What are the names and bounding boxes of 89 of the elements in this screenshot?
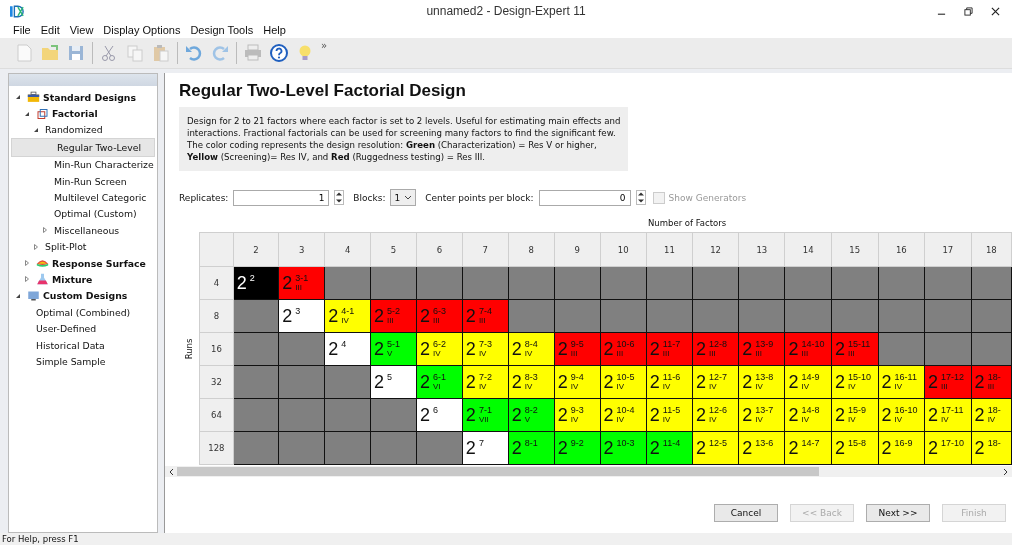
tree-item[interactable]: Response Surface bbox=[9, 254, 157, 272]
field-label: Center points per block: bbox=[425, 192, 534, 203]
spin-buttons[interactable] bbox=[635, 190, 646, 205]
header-cell bbox=[199, 232, 234, 267]
menu-item[interactable]: Help bbox=[258, 24, 291, 36]
row-header: 64 bbox=[199, 398, 234, 432]
page-heading: Regular Two-Level Factorial Design bbox=[179, 81, 467, 101]
column-header: 10 bbox=[600, 232, 647, 267]
scroll-right-icon[interactable] bbox=[1003, 467, 1009, 476]
flask-icon bbox=[36, 273, 49, 286]
open-folder-icon[interactable] bbox=[40, 43, 60, 63]
horizontal-scrollbar[interactable] bbox=[165, 466, 1012, 477]
tree-item[interactable]: Regular Two-Level bbox=[11, 138, 155, 157]
menu-item[interactable]: Display Options bbox=[98, 24, 186, 36]
wizard-button[interactable]: Next >> bbox=[866, 504, 930, 522]
monitor-icon bbox=[27, 289, 40, 302]
tree-item[interactable]: Custom Designs bbox=[9, 287, 157, 305]
app-logo-icon bbox=[10, 4, 24, 18]
tree-item[interactable]: Optimal (Combined) bbox=[9, 304, 157, 321]
cube-icon bbox=[36, 107, 49, 120]
surface-icon bbox=[36, 257, 49, 270]
column-header: 13 bbox=[738, 232, 785, 267]
wizard-button[interactable]: Cancel bbox=[714, 504, 778, 522]
tree-item[interactable]: Randomized bbox=[9, 121, 157, 139]
tree-item[interactable]: Split-Plot bbox=[9, 238, 157, 255]
axis-title: Runs bbox=[184, 338, 194, 359]
tree-item[interactable]: Min-Run Screen bbox=[9, 172, 157, 190]
center-points-field[interactable]: 0 bbox=[538, 189, 631, 206]
column-header: 3 bbox=[278, 232, 325, 267]
expand-icon[interactable] bbox=[24, 275, 32, 284]
axis-title: Number of Factors bbox=[648, 218, 727, 228]
column-header: 14 bbox=[784, 232, 832, 267]
tree-item[interactable]: Multilevel Categoric bbox=[9, 189, 157, 206]
field-label: Blocks: bbox=[353, 192, 386, 203]
restore-icon[interactable] bbox=[964, 6, 973, 16]
column-header: 9 bbox=[554, 232, 601, 267]
help-icon[interactable] bbox=[269, 43, 289, 63]
blocks-dropdown[interactable]: 1 bbox=[390, 189, 417, 206]
tree-item[interactable]: Standard Designs bbox=[9, 89, 157, 106]
row-header: 8 bbox=[199, 299, 234, 333]
expand-icon[interactable] bbox=[33, 242, 41, 251]
briefcase-icon bbox=[27, 91, 40, 104]
tree-item[interactable]: Min-Run Characterize bbox=[9, 156, 157, 173]
tree-item[interactable]: Miscellaneous bbox=[9, 222, 157, 239]
row-header: 16 bbox=[199, 332, 234, 366]
column-header: 6 bbox=[416, 232, 463, 267]
column-header: 11 bbox=[646, 232, 693, 267]
column-header: 16 bbox=[878, 232, 925, 267]
column-header: 4 bbox=[324, 232, 371, 267]
expand-icon[interactable] bbox=[42, 226, 50, 235]
caret-icon bbox=[404, 195, 413, 200]
column-header: 18 bbox=[971, 232, 1012, 267]
tree-item[interactable]: Historical Data bbox=[9, 336, 157, 354]
tree-item[interactable]: Simple Sample bbox=[9, 353, 157, 370]
description-text: Design for 2 to 21 factors where each factor is set to 2 levels. Useful for estimating main effects and interactions. Fractional factorials can be used for screening many factors to find the significant few. The color coding represents the design resolution: Green (Characterization) = Res V or higher, Yellow (Screening)= Res IV, and Red (Ruggedness testing) = Res III. bbox=[179, 107, 628, 171]
tree-item[interactable]: Mixture bbox=[9, 271, 157, 288]
menu-item[interactable]: View bbox=[64, 24, 99, 36]
column-header: 5 bbox=[370, 232, 417, 267]
column-header: 15 bbox=[831, 232, 878, 267]
scrollbar-thumb[interactable] bbox=[177, 467, 819, 476]
close-icon[interactable] bbox=[991, 6, 1000, 16]
collapse-icon[interactable] bbox=[15, 93, 23, 102]
save-icon[interactable] bbox=[66, 43, 86, 63]
row-header: 128 bbox=[199, 431, 234, 465]
menu-item[interactable]: Edit bbox=[35, 24, 65, 36]
row-header: 4 bbox=[199, 266, 234, 300]
scroll-left-icon[interactable] bbox=[168, 467, 174, 476]
tree-item[interactable]: Optimal (Custom) bbox=[9, 205, 157, 223]
row-header: 32 bbox=[199, 365, 234, 399]
expand-icon[interactable] bbox=[24, 259, 32, 268]
column-header: 12 bbox=[692, 232, 739, 267]
menu-item[interactable]: Design Tools bbox=[185, 24, 259, 36]
column-header: 17 bbox=[924, 232, 972, 267]
toolbar-overflow-button[interactable]: » bbox=[321, 40, 328, 51]
column-header: 7 bbox=[462, 232, 509, 267]
wizard-button: << Back bbox=[790, 504, 854, 522]
column-header: 2 bbox=[233, 232, 279, 267]
column-header: 8 bbox=[508, 232, 555, 267]
menu-item[interactable]: File bbox=[8, 24, 36, 36]
window-title: unnamed2 - Design-Expert 11 bbox=[425, 4, 587, 18]
spin-buttons[interactable] bbox=[334, 190, 345, 205]
replicates-field[interactable]: 1 bbox=[233, 189, 330, 206]
wizard-button: Finish bbox=[942, 504, 1006, 522]
status-text: For Help, press F1 bbox=[2, 534, 79, 544]
tree-item[interactable]: User-Defined bbox=[9, 320, 157, 337]
paste-icon[interactable] bbox=[151, 43, 171, 63]
tree-item[interactable]: Factorial bbox=[9, 105, 157, 122]
undo-icon[interactable] bbox=[184, 43, 204, 63]
field-label: Replicates: bbox=[179, 192, 229, 203]
